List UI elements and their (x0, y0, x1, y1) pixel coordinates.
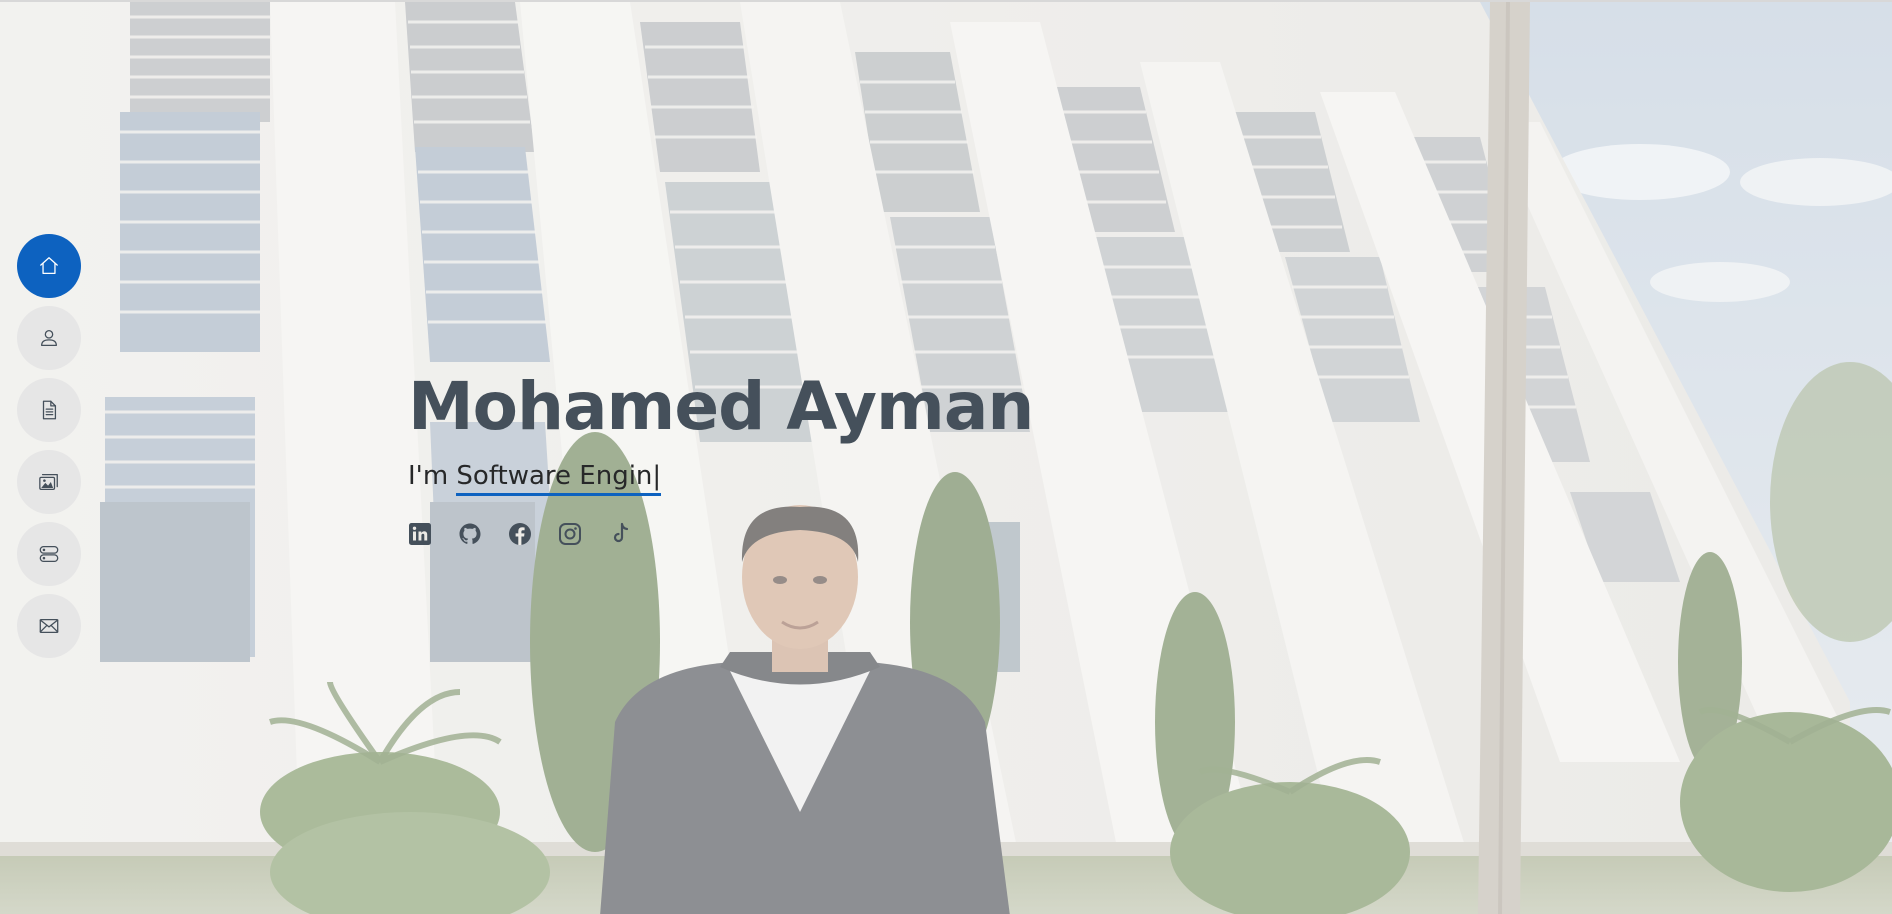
hero-section: Mohamed Ayman I'm Software Engin| (0, 0, 1892, 914)
nav-resume-button[interactable] (17, 378, 81, 442)
instagram-link[interactable] (558, 522, 582, 546)
tiktok-link[interactable] (608, 522, 632, 546)
nav-portfolio-button[interactable] (17, 450, 81, 514)
file-text-icon (42, 400, 57, 420)
hero-content: Mohamed Ayman I'm Software Engin| (408, 364, 1034, 546)
hero-tagline: I'm Software Engin| (408, 458, 1033, 496)
github-link[interactable] (458, 522, 482, 546)
social-links (408, 522, 1033, 546)
person-icon (41, 330, 57, 346)
images-icon (39, 474, 58, 490)
side-nav (17, 234, 81, 666)
tiktok-icon (613, 522, 629, 543)
home-icon (40, 257, 58, 274)
typed-role: Software Engin (456, 461, 653, 491)
typed-text: Software Engin| (456, 461, 662, 496)
instagram-icon (559, 523, 581, 545)
nav-services-button[interactable] (17, 522, 81, 586)
github-icon (459, 523, 481, 544)
facebook-icon (509, 523, 531, 545)
nav-about-button[interactable] (17, 306, 81, 370)
server-icon (39, 546, 59, 562)
nav-contact-button[interactable] (17, 594, 81, 658)
typed-cursor: | (652, 461, 662, 491)
facebook-link[interactable] (508, 522, 532, 546)
envelope-icon (39, 618, 59, 634)
nav-home-button[interactable] (17, 234, 81, 298)
linkedin-link[interactable] (408, 522, 432, 546)
hero-name: Mohamed Ayman (408, 368, 1034, 445)
linkedin-icon (409, 523, 431, 545)
tagline-prefix: I'm (408, 461, 457, 491)
